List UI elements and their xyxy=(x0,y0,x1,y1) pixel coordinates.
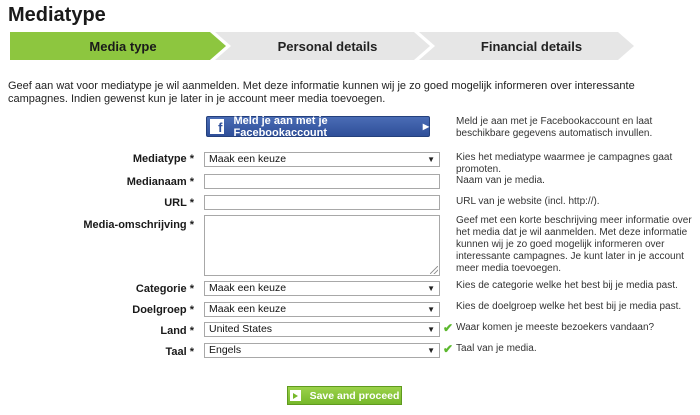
land-help: Waar komen je meeste bezoekers vandaan? xyxy=(456,322,655,333)
medianaam-help: Naam van je media. xyxy=(456,175,545,186)
medianaam-label: Medianaam * xyxy=(126,176,194,188)
save-and-proceed-button[interactable]: Save and proceed xyxy=(287,386,402,405)
facebook-login-button[interactable]: f Meld je aan met je Facebookaccount ▶ xyxy=(206,114,430,139)
categorie-label: Categorie * xyxy=(135,283,194,295)
land-label: Land * xyxy=(160,325,194,337)
omschrijving-help: Geef met een korte beschrijving meer inf… xyxy=(456,215,692,274)
doelgroep-help: Kies de doelgroep welke het best bij je … xyxy=(456,301,682,312)
url-help: URL van je website (incl. http://). xyxy=(456,196,600,207)
taal-select[interactable]: Engels ▼ xyxy=(204,343,440,358)
checkmark-icon: ✔ xyxy=(443,342,454,356)
land-select[interactable]: United States ▼ xyxy=(204,322,440,337)
taal-label: Taal * xyxy=(165,346,194,358)
categorie-select[interactable]: Maak een keuze ▼ xyxy=(204,281,440,296)
chevron-down-icon: ▼ xyxy=(427,346,435,355)
resize-grip-icon[interactable] xyxy=(430,266,438,274)
facebook-icon: f xyxy=(210,119,224,134)
chevron-down-icon: ▼ xyxy=(427,325,435,334)
intro-text: Geef aan wat voor mediatype je wil aanme… xyxy=(8,80,635,105)
medianaam-input[interactable] xyxy=(204,174,440,189)
step-indicator: Media type Personal details Financial de… xyxy=(10,32,634,60)
chevron-down-icon: ▼ xyxy=(427,155,435,164)
categorie-help: Kies de categorie welke het best bij je … xyxy=(456,280,678,291)
doelgroep-select[interactable]: Maak een keuze ▼ xyxy=(204,302,440,317)
page-title: Mediatype xyxy=(8,4,106,26)
chevron-down-icon: ▼ xyxy=(427,284,435,293)
url-label: URL * xyxy=(164,197,194,209)
omschrijving-textarea[interactable] xyxy=(204,215,440,276)
mediatype-select[interactable]: Maak een keuze ▼ xyxy=(204,152,440,167)
url-input[interactable] xyxy=(204,195,440,210)
doelgroep-label: Doelgroep * xyxy=(132,304,194,316)
facebook-button-label: Meld je aan met je Facebookaccount xyxy=(233,114,328,139)
mediatype-help: Kies het mediatype waarmee je campagnes … xyxy=(456,152,673,175)
facebook-help: Meld je aan met je Facebookaccount en la… xyxy=(456,116,653,139)
omschrijving-label: Media-omschrijving * xyxy=(83,219,194,231)
step-media-type: Media type xyxy=(10,32,226,60)
step-financial-details: Financial details xyxy=(419,32,634,60)
play-icon: ▶ xyxy=(422,122,429,131)
chevron-down-icon: ▼ xyxy=(427,305,435,314)
save-button-label: Save and proceed xyxy=(309,389,400,402)
checkmark-icon: ✔ xyxy=(443,321,454,335)
mediatype-label: Mediatype * xyxy=(132,153,194,165)
taal-help: Taal van je media. xyxy=(456,343,537,354)
step-personal-details: Personal details xyxy=(215,32,430,60)
play-icon xyxy=(289,390,301,401)
